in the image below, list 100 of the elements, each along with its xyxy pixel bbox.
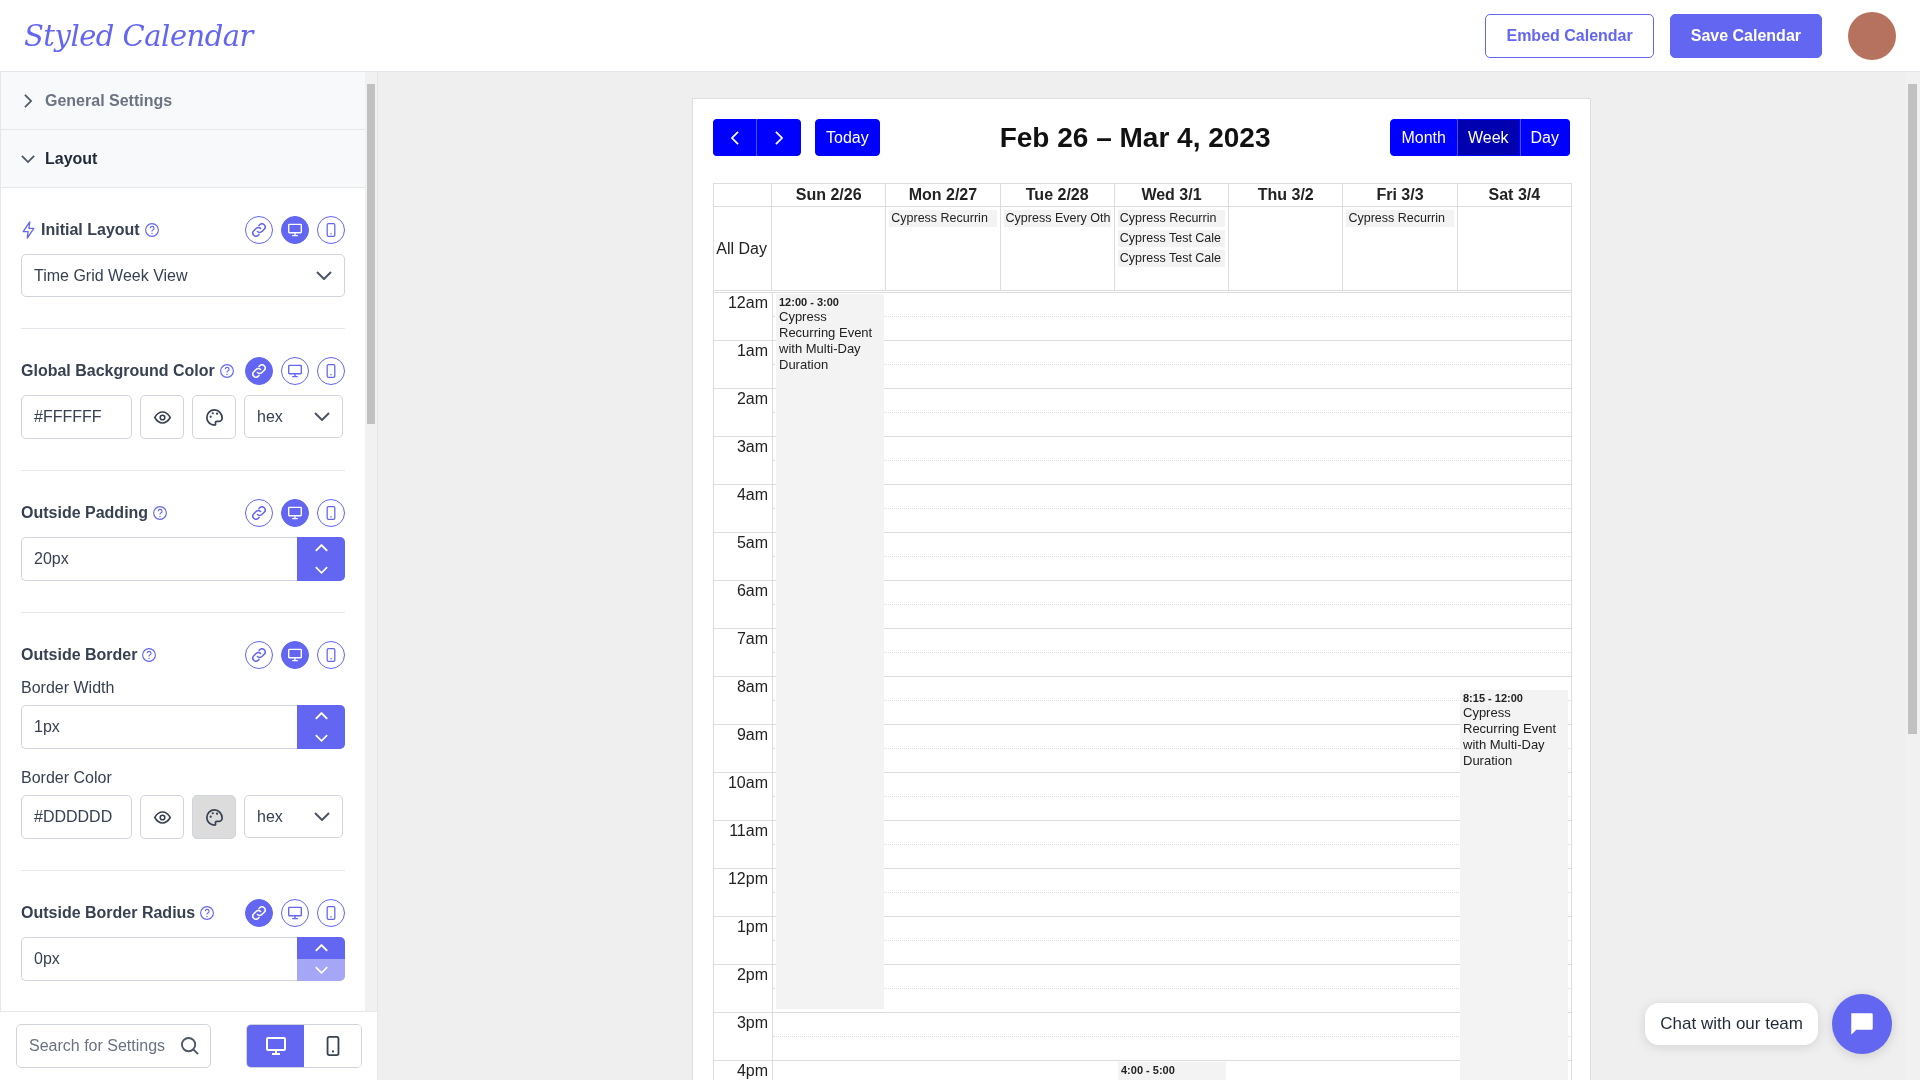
chevron-down-icon xyxy=(314,812,330,821)
link-scope-button[interactable] xyxy=(245,357,273,385)
preview-button[interactable] xyxy=(140,395,184,439)
time-label: 6am xyxy=(736,583,768,599)
avatar[interactable] xyxy=(1848,11,1896,60)
chevron-down-icon xyxy=(314,566,328,574)
color-hex-input[interactable]: #DDDDDD xyxy=(21,795,132,839)
time-label: 1am xyxy=(736,343,768,359)
desktop-scope-button[interactable] xyxy=(281,899,309,927)
desktop-icon xyxy=(288,906,302,920)
increment-button[interactable] xyxy=(297,705,345,727)
decrement-button[interactable] xyxy=(297,559,345,581)
chat-prompt[interactable]: Chat with our team xyxy=(1645,1003,1818,1045)
desktop-scope-button[interactable] xyxy=(281,357,309,385)
event-chip[interactable]: Cypress Test Cale xyxy=(1117,230,1226,247)
link-scope-button[interactable] xyxy=(245,499,273,527)
event-block[interactable]: 4:00 - 5:00 xyxy=(1118,1062,1226,1080)
day-header: Sun 2/26 xyxy=(772,184,887,207)
section-header[interactable]: Layout xyxy=(1,130,365,188)
link-icon xyxy=(252,506,266,520)
event-chip[interactable]: Cypress Test Cale xyxy=(1117,250,1226,267)
time-label: 3pm xyxy=(736,1015,768,1031)
time-label: 3am xyxy=(736,439,768,455)
chevron-up-icon xyxy=(314,712,328,720)
setting-label: Outside Padding xyxy=(21,504,149,522)
event-chip[interactable]: Cypress Recurrin xyxy=(1346,210,1454,227)
day-header: Thu 3/2 xyxy=(1229,184,1344,207)
mobile-scope-button[interactable] xyxy=(317,641,345,669)
number-input[interactable]: 0px xyxy=(21,937,297,981)
chevron-up-icon xyxy=(314,544,328,552)
view-tab[interactable]: Day xyxy=(1519,119,1570,156)
time-label: 12am xyxy=(727,295,768,311)
previous-button[interactable] xyxy=(713,119,757,156)
link-icon xyxy=(252,223,266,237)
time-label: 2am xyxy=(736,391,768,407)
chevron-down-icon xyxy=(316,271,332,280)
event-chip[interactable]: Cypress Recurrin xyxy=(1117,210,1226,227)
time-label: 11am xyxy=(729,823,768,839)
link-scope-button[interactable] xyxy=(245,899,273,927)
time-label: 5am xyxy=(736,535,768,551)
time-label: 8am xyxy=(736,679,768,695)
event-block[interactable]: 12:00 - 3:00 Cypress Recurring Event with Multi-Day Duration xyxy=(776,294,884,1010)
save-button[interactable]: Save Calendar xyxy=(1669,13,1822,58)
increment-button[interactable] xyxy=(297,537,345,559)
number-input[interactable]: 1px xyxy=(21,705,297,749)
view-tab[interactable]: Week xyxy=(1456,119,1520,156)
embed-button[interactable]: Embed Calendar xyxy=(1485,13,1654,58)
mobile-scope-button[interactable] xyxy=(317,216,345,244)
setting-label: Global Background Color xyxy=(21,362,215,380)
event-chip[interactable]: Cypress Recurrin xyxy=(889,210,997,227)
next-button[interactable] xyxy=(757,119,801,156)
desktop-scope-button[interactable] xyxy=(281,216,309,244)
event-title: Cypress Recurring Event with Multi-Day Duration xyxy=(1463,705,1558,769)
chevron-right-icon xyxy=(775,130,783,145)
mobile-icon xyxy=(324,648,338,662)
chat-button[interactable] xyxy=(1832,994,1892,1054)
desktop-scope-button[interactable] xyxy=(281,641,309,669)
mobile-scope-button[interactable] xyxy=(317,499,345,527)
number-input[interactable]: 20px xyxy=(21,537,297,581)
color-picker-button[interactable] xyxy=(192,795,236,839)
search-field[interactable]: Search for Settings xyxy=(16,1024,211,1068)
desktop-scope-button[interactable] xyxy=(281,499,309,527)
color-picker-button[interactable] xyxy=(192,395,236,439)
mobile-scope-button[interactable] xyxy=(317,357,345,385)
increment-button[interactable] xyxy=(297,937,345,959)
setting-label: Initial Layout xyxy=(41,221,140,239)
palette-icon xyxy=(205,808,223,826)
color-hex-input[interactable]: #FFFFFF xyxy=(21,395,132,439)
desktop-icon xyxy=(288,506,302,520)
link-icon xyxy=(252,648,266,662)
link-scope-button[interactable] xyxy=(245,216,273,244)
field-label: Border Width xyxy=(21,679,116,697)
logo-text[interactable]: Styled Calendar xyxy=(24,18,253,53)
today-button[interactable]: Today xyxy=(815,119,880,156)
help-icon xyxy=(153,506,168,520)
mobile-scope-button[interactable] xyxy=(317,899,345,927)
layout-dropdown[interactable]: Time Grid Week View xyxy=(21,254,345,297)
event-chip[interactable]: Cypress Every Oth xyxy=(1003,210,1111,227)
preview-button[interactable] xyxy=(140,795,184,839)
help-icon xyxy=(219,364,234,378)
time-label: 2pm xyxy=(736,967,768,983)
section-header[interactable]: General Settings xyxy=(1,72,365,130)
event-block[interactable]: 8:15 - 12:00 Cypress Recurring Event with Multi-Day Duration xyxy=(1460,690,1568,1080)
format-dropdown[interactable]: hex xyxy=(244,795,343,838)
link-icon xyxy=(252,364,266,378)
section-title: General Settings xyxy=(45,91,173,110)
eye-icon xyxy=(153,408,171,426)
view-tab[interactable]: Month xyxy=(1390,119,1457,156)
setting-label: Outside Border xyxy=(21,646,138,664)
all-day-label: All Day xyxy=(714,207,772,290)
desktop-icon xyxy=(288,648,302,662)
help-icon xyxy=(142,648,157,662)
desktop-view-button[interactable] xyxy=(247,1025,304,1067)
lightning-bolt-icon xyxy=(21,221,36,239)
link-scope-button[interactable] xyxy=(245,641,273,669)
chevron-up-icon xyxy=(314,944,328,952)
format-dropdown[interactable]: hex xyxy=(244,395,343,438)
mobile-icon xyxy=(324,506,338,520)
scrollbar[interactable] xyxy=(365,72,377,1011)
decrement-button[interactable] xyxy=(297,727,345,749)
